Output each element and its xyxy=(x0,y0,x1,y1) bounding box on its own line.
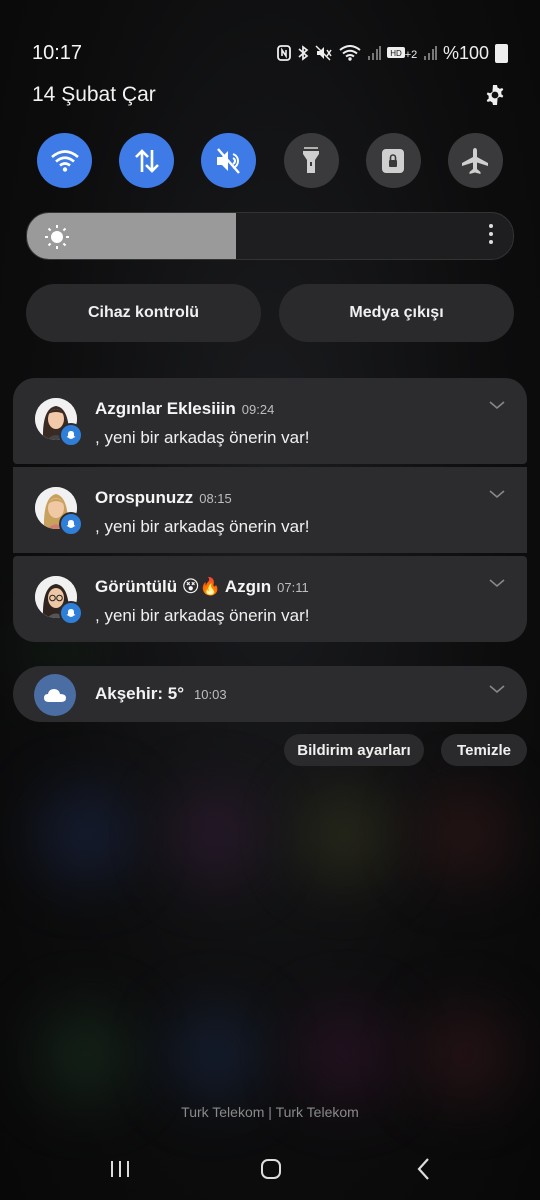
toggle-mobile-data[interactable] xyxy=(119,133,175,188)
wallpaper-blur xyxy=(170,790,260,880)
wallpaper-blur xyxy=(300,790,390,880)
toggle-airplane[interactable] xyxy=(447,133,503,188)
wallpaper-blur xyxy=(170,1010,260,1100)
notification-time: 09:24 xyxy=(241,402,275,417)
date-row: 14 Şubat Çar xyxy=(32,80,508,110)
chevron-down-icon[interactable] xyxy=(489,489,505,499)
svg-text:+2: +2 xyxy=(405,49,417,61)
snapchat-badge-icon xyxy=(59,601,83,625)
weather-text: Akşehir: 5° 10:03 xyxy=(95,684,227,704)
wallpaper-blur xyxy=(40,790,130,880)
notification-header: Görüntülü 😵🔥 Azgın 07:11 xyxy=(95,577,309,597)
notification-shade: 10:17 HD +2 %100 14 Şubat Çar Cihaz kont… xyxy=(0,0,540,1200)
toggle-wifi[interactable] xyxy=(37,133,92,188)
navigation-bar xyxy=(0,1150,540,1186)
notification-item[interactable]: Orospunuzz 08:15 , yeni bir arkadaş öner… xyxy=(13,467,527,553)
notification-title: Görüntülü 😵🔥 Azgın xyxy=(95,577,272,596)
sun-icon xyxy=(45,225,69,249)
nfc-icon xyxy=(277,45,291,61)
notification-body: , yeni bir arkadaş önerin var! xyxy=(95,428,310,447)
more-options-icon[interactable] xyxy=(489,224,493,244)
wallpaper-blur xyxy=(420,790,510,880)
brightness-slider[interactable] xyxy=(26,212,514,260)
wallpaper-blur xyxy=(40,1010,130,1100)
back-icon[interactable] xyxy=(404,1154,444,1184)
clear-button[interactable]: Temizle xyxy=(441,734,527,766)
notification-item[interactable]: Azgınlar Eklesiiin 09:24 , yeni bir arka… xyxy=(13,378,527,464)
wallpaper-blur xyxy=(420,1010,510,1100)
signal-icon xyxy=(423,46,437,60)
flashlight-icon xyxy=(303,146,320,173)
home-icon[interactable] xyxy=(251,1154,291,1184)
recents-icon[interactable] xyxy=(100,1154,140,1184)
notification-time: 07:11 xyxy=(277,580,309,595)
quick-toggles xyxy=(37,133,503,188)
notification-header: Orospunuzz 08:15 xyxy=(95,488,232,508)
wifi-icon xyxy=(50,149,79,172)
notification-body: , yeni bir arkadaş önerin var! xyxy=(95,606,310,625)
chevron-down-icon[interactable] xyxy=(489,684,505,694)
carrier-label: Turk Telekom | Turk Telekom xyxy=(181,1104,359,1120)
weather-place: Akşehir: 5° xyxy=(95,684,185,703)
chevron-down-icon[interactable] xyxy=(489,400,505,410)
weather-time: 10:03 xyxy=(194,687,227,702)
volte-icon: HD +2 xyxy=(386,47,417,61)
toggle-sound[interactable] xyxy=(201,133,257,188)
notification-group: Azgınlar Eklesiiin 09:24 , yeni bir arka… xyxy=(13,378,527,645)
battery-icon xyxy=(495,43,508,63)
clock: 10:17 xyxy=(32,41,83,64)
data-arrows-icon xyxy=(134,148,159,173)
notification-item[interactable]: Görüntülü 😵🔥 Azgın 07:11 , yeni bir arka… xyxy=(13,556,527,642)
lock-icon xyxy=(382,148,405,173)
toggle-flashlight[interactable] xyxy=(283,133,339,188)
airplane-icon xyxy=(462,147,489,174)
date: 14 Şubat Çar xyxy=(32,83,156,106)
chevron-down-icon[interactable] xyxy=(489,578,505,588)
toggle-rotation-lock[interactable] xyxy=(365,133,421,188)
cloud-icon xyxy=(34,674,76,716)
svg-text:HD: HD xyxy=(390,49,402,58)
wallpaper-blur xyxy=(300,1010,390,1100)
status-bar: 10:17 HD +2 %100 xyxy=(32,38,508,68)
battery-percent: %100 xyxy=(442,42,489,63)
weather-notification[interactable]: Akşehir: 5° 10:03 xyxy=(13,666,527,722)
gear-icon[interactable] xyxy=(482,82,508,108)
notification-header: Azgınlar Eklesiiin 09:24 xyxy=(95,399,274,419)
notification-body: , yeni bir arkadaş önerin var! xyxy=(95,517,310,536)
wifi-icon xyxy=(339,45,361,61)
notification-settings-button[interactable]: Bildirim ayarları xyxy=(284,734,424,766)
device-control-button[interactable]: Cihaz kontrolü xyxy=(26,284,261,342)
notification-time: 08:15 xyxy=(199,491,232,506)
status-icons: HD +2 %100 xyxy=(277,43,508,64)
mute-icon xyxy=(315,45,332,61)
notification-title: Azgınlar Eklesiiin xyxy=(95,399,236,418)
snapchat-badge-icon xyxy=(59,512,83,536)
bluetooth-icon xyxy=(298,45,309,61)
signal-icon xyxy=(367,46,381,60)
media-output-button[interactable]: Medya çıkışı xyxy=(279,284,514,342)
notification-title: Orospunuzz xyxy=(95,488,194,507)
mute-icon xyxy=(216,147,240,174)
snapchat-badge-icon xyxy=(59,423,83,447)
